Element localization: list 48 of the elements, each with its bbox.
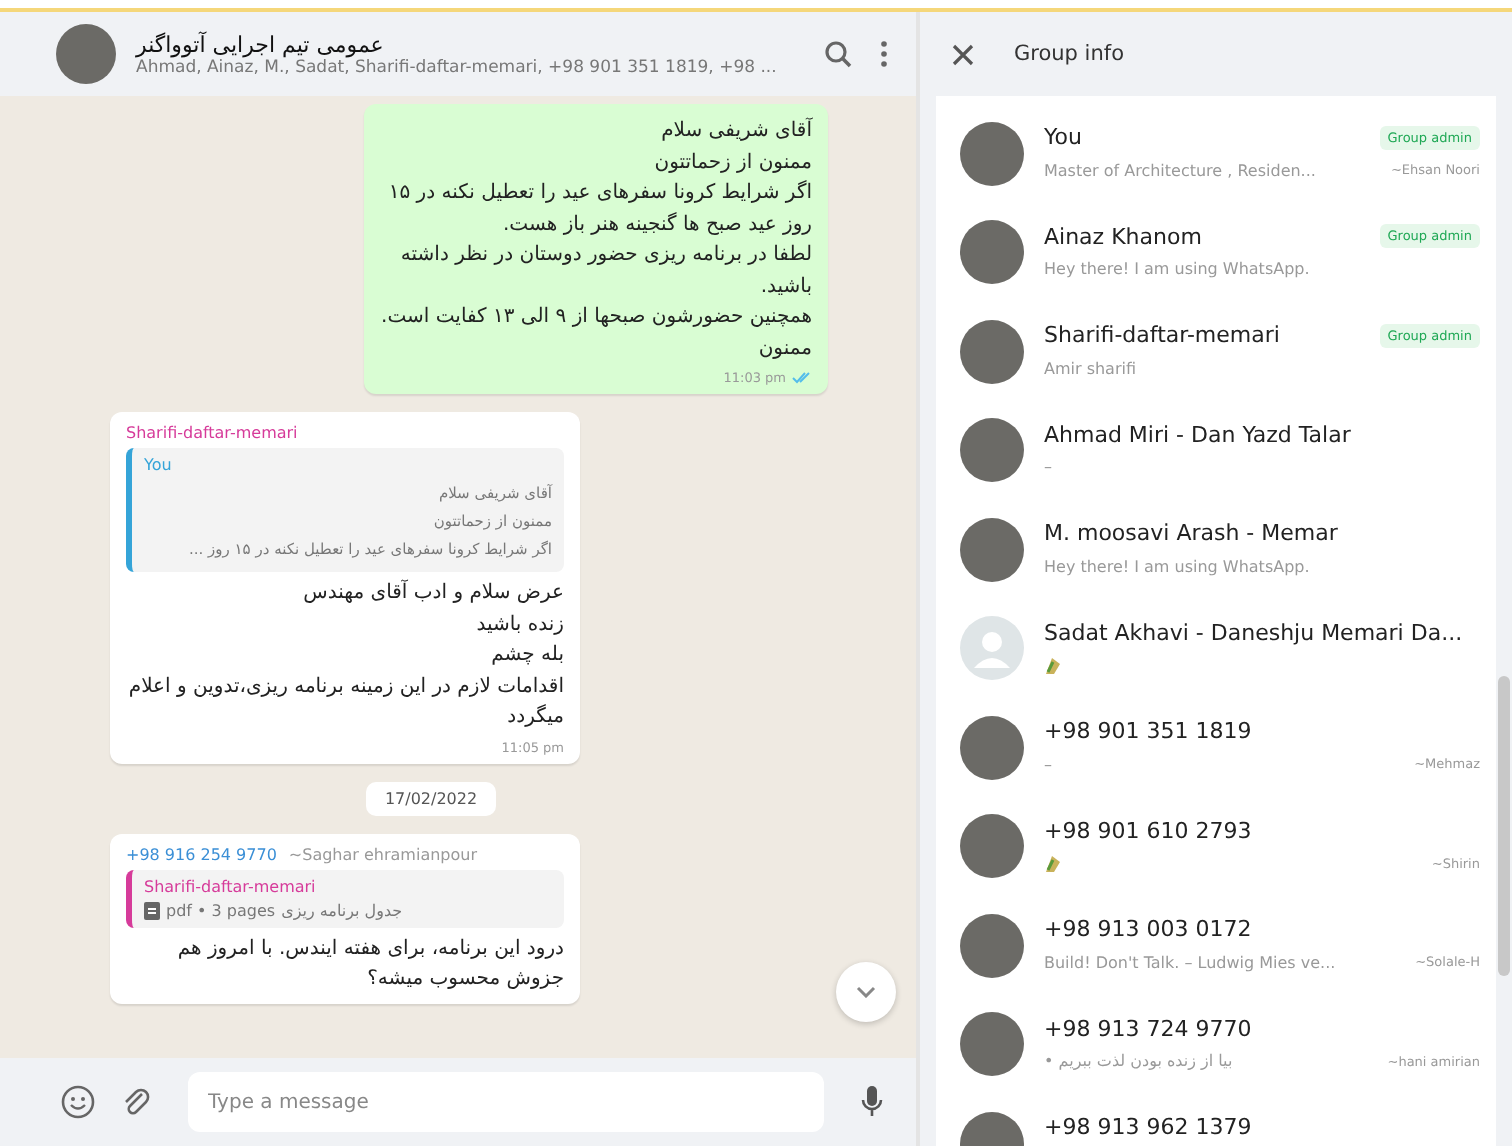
member-about: Amir sharifi (1044, 359, 1137, 378)
member-name: Sharifi-daftar-memari (1044, 322, 1280, 349)
member-name: +98 901 351 1819 (1044, 718, 1252, 745)
sender-pushname: ~Saghar ehramianpour (288, 845, 477, 863)
chat-participants: Ahmad, Ainaz, M., Sadat, Sharifi-daftar-memari, +98 901 351 1819, +98 ... (136, 57, 779, 77)
emoji-icon (1044, 655, 1062, 676)
chevron-down-icon (856, 986, 876, 998)
member-name: Sadat Akhavi - Daneshju Memari Da... (1044, 619, 1463, 646)
message-text: عرض سلام و ادب آقای مهندس زنده باشید بله چشم اقدامات لازم در این زمینه برنامه ریزی،تدوین و اعلام میگردد (126, 578, 564, 732)
member-about: – (1044, 458, 1052, 477)
member-name: +98 913 724 9770 (1044, 1015, 1252, 1042)
search-icon[interactable] (820, 36, 856, 72)
member-row[interactable]: +98 913 962 1379 (936, 1094, 1496, 1146)
close-icon[interactable] (948, 39, 978, 69)
member-about: Hey there! I am using WhatsApp. (1044, 557, 1310, 576)
member-name: Ainaz Khanom (1044, 223, 1202, 250)
message-input-field[interactable]: Type a message (188, 1072, 824, 1132)
member-name: +98 913 003 0172 (1044, 916, 1252, 943)
member-name: You (1044, 124, 1082, 151)
member-row[interactable]: Ahmad Miri - Dan Yazd Talar – (936, 401, 1496, 500)
document-icon (144, 901, 160, 919)
member-about: Hey there! I am using WhatsApp. (1044, 260, 1310, 279)
document-info: pdf • 3 pages (166, 901, 276, 919)
emoji-icon[interactable] (56, 1080, 100, 1124)
member-about: Build! Don't Talk. – Ludwig Mies ve... (1044, 953, 1336, 972)
emoji-icon (1044, 853, 1062, 874)
member-row[interactable]: Sadat Akhavi - Daneshju Memari Da... (936, 599, 1496, 698)
quote-author: You (144, 456, 174, 474)
member-name: +98 901 610 2793 (1044, 817, 1252, 844)
member-about: • بیا از زنده بودن لذت ببریم (1044, 1052, 1233, 1071)
group-avatar-placeholder[interactable] (56, 24, 116, 84)
document-title: جدول برنامه ریزی (281, 901, 403, 919)
panel-title: Group info (1014, 42, 1124, 66)
member-name: M. moosavi Arash - Memar (1044, 520, 1338, 547)
member-row[interactable]: M. moosavi Arash - Memar Hey there! I am using WhatsApp. (936, 500, 1496, 599)
message-text: آقای شریفی سلام ممنون از زحماتتون اگر شرایط کرونا سفرهای عید را تعطیل نکنه در ۱۵ روز عید صبح ها گنجینه هنر باز هست. لطفا در برنامه ریزی حضور دوستان در نظر داشته باشید. همچنین حضورشون صبحها از ۹ الی ۱۳ کفایت است. ممنون (380, 116, 812, 363)
member-name: +98 913 962 1379 (1044, 1114, 1252, 1141)
quote-author: Sharifi-daftar-memari (144, 877, 318, 895)
member-name: Ahmad Miri - Dan Yazd Talar (1044, 421, 1351, 448)
member-about: Master of Architecture , Residen... (1044, 161, 1316, 180)
menu-icon[interactable] (876, 36, 892, 72)
scrollbar-thumb-drawing[interactable] (1498, 676, 1510, 976)
message-text: درود این برنامه، برای هفته ایندس. با امروز هم جزوش محسوب میشه؟ (175, 935, 564, 994)
chat-title: عمومی تیم اجرایی آتوواگنر (136, 31, 386, 57)
date-chip: 17/02/2022 (366, 781, 496, 815)
sender-name: +98 916 254 9770 (126, 845, 277, 863)
member-about: – (1044, 755, 1052, 774)
sender-name: Sharifi-daftar-memari (126, 424, 298, 442)
